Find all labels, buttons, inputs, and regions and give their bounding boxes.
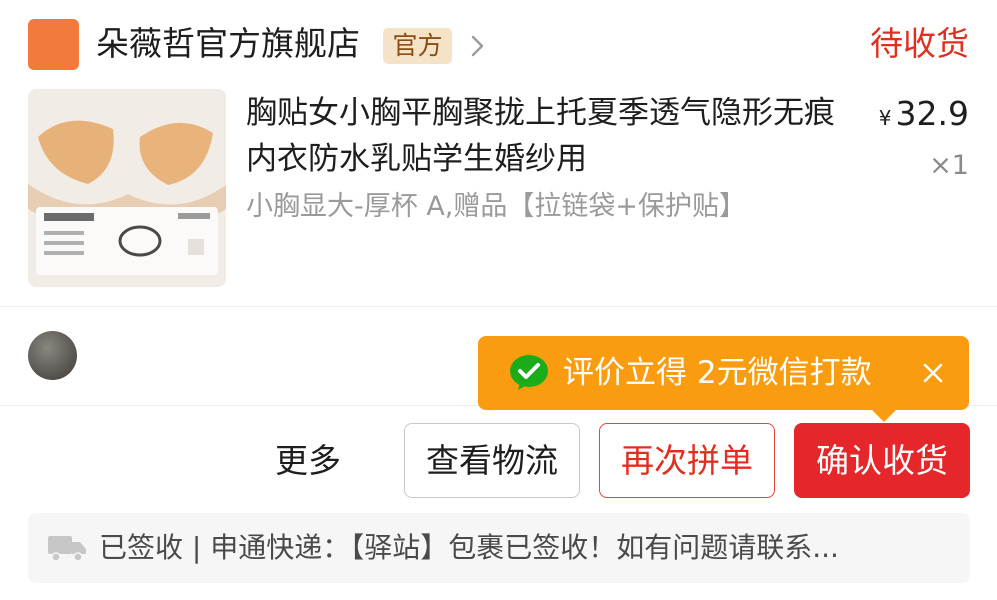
divider: [0, 306, 997, 307]
product-image: [28, 89, 226, 287]
product-title[interactable]: 胸贴女小胸平胸聚拢上托夏季透气隐形无痕内衣防水乳贴学生婚纱用: [246, 90, 846, 182]
shop-logo[interactable]: [28, 19, 79, 70]
view-logistics-button[interactable]: 查看物流: [404, 423, 580, 498]
close-icon[interactable]: [922, 362, 944, 384]
tooltip-text: 评价立得 2元微信打款: [563, 355, 872, 391]
order-status: 待收货: [870, 24, 969, 63]
price-value: 32.9: [895, 94, 969, 133]
shop-name[interactable]: 朵薇哲官方旗舰店: [96, 24, 360, 64]
avatar[interactable]: [28, 331, 77, 380]
truck-icon: [48, 536, 86, 562]
logistics-text: 已签收 | 申通快递：【驿站】包裹已签收！如有问题请联系...: [99, 531, 839, 564]
confirm-receipt-button[interactable]: 确认收货: [794, 423, 970, 498]
product-thumbnail[interactable]: [28, 89, 226, 287]
more-button[interactable]: 更多: [275, 441, 341, 481]
currency-symbol: ¥: [878, 106, 892, 130]
shop-header: 朵薇哲官方旗舰店 官方 待收货: [0, 0, 997, 88]
official-badge: 官方: [383, 28, 452, 64]
product-quantity: ×1: [929, 150, 969, 181]
reorder-button[interactable]: 再次拼单: [599, 423, 775, 498]
product-spec: 小胸显大-厚杯 A,赠品【拉链袋+保护贴】: [246, 191, 747, 222]
review-reward-tooltip[interactable]: 评价立得 2元微信打款: [478, 336, 969, 422]
logistics-status-bar[interactable]: 已签收 | 申通快递：【驿站】包裹已签收！如有问题请联系...: [28, 513, 970, 583]
chevron-right-icon[interactable]: [465, 34, 489, 58]
wechat-icon: [510, 355, 548, 390]
product-price: ¥32.9: [879, 94, 969, 138]
